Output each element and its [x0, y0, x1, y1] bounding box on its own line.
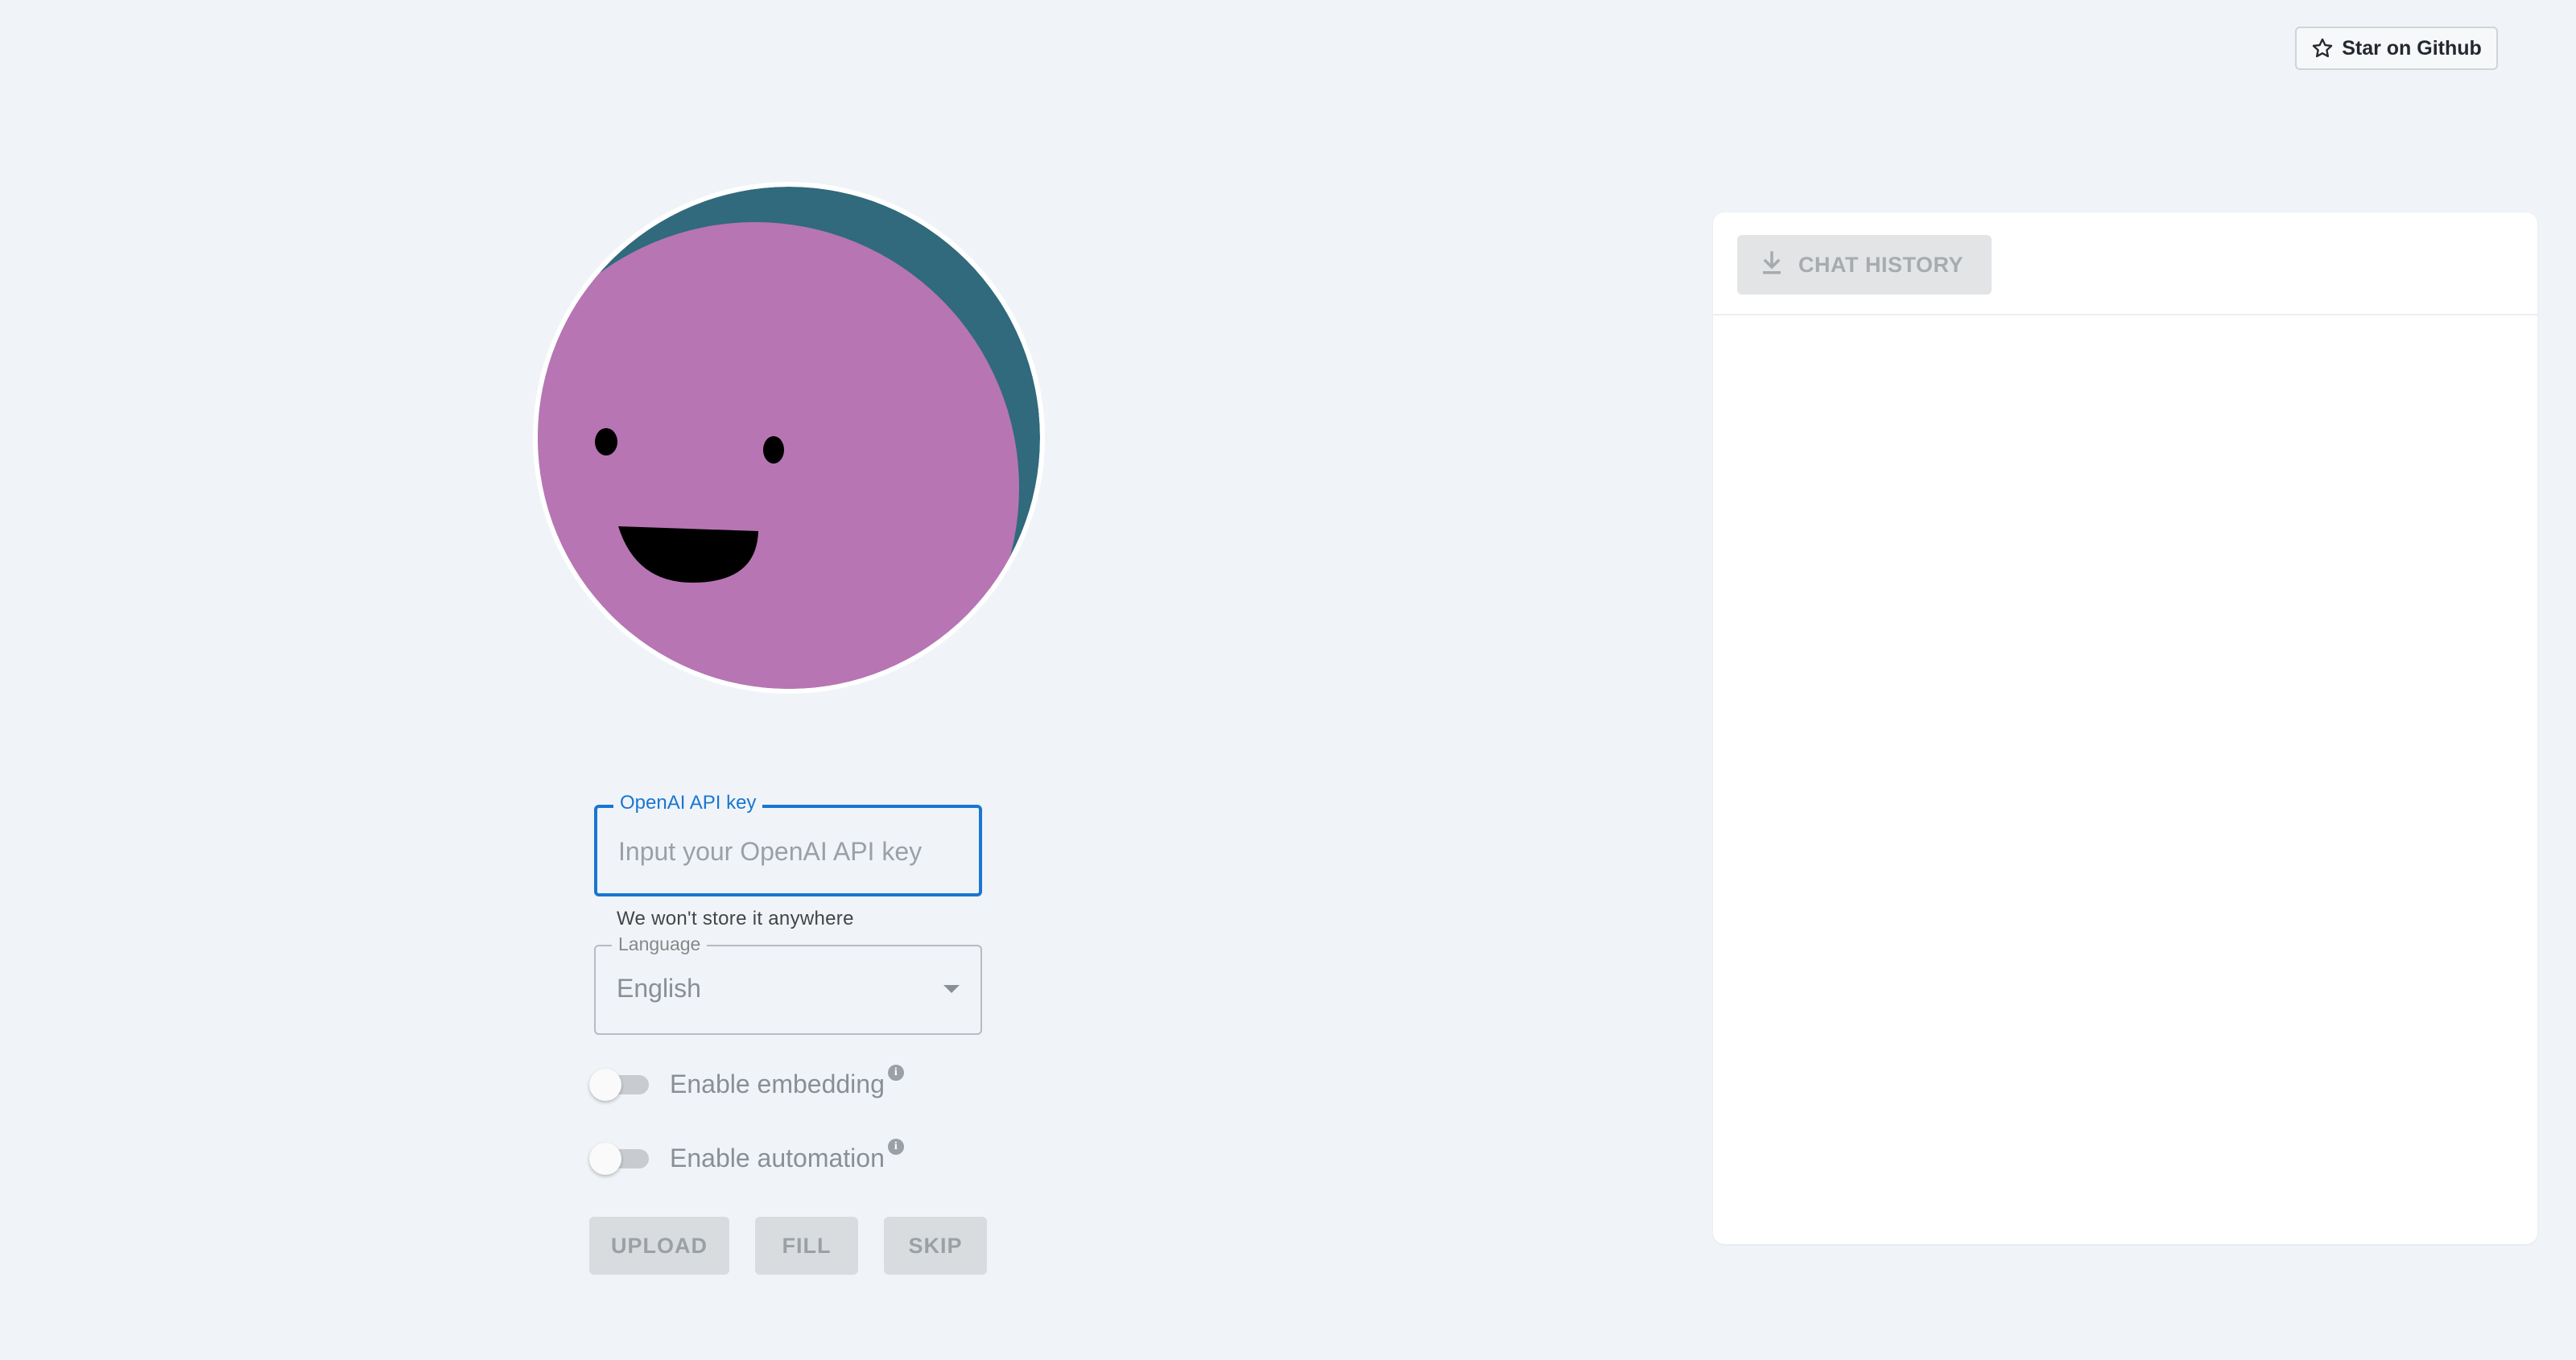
- info-icon[interactable]: i: [887, 1065, 904, 1081]
- download-icon: [1761, 250, 1782, 279]
- star-on-github-button[interactable]: Star on Github: [2295, 27, 2498, 70]
- api-key-helper-text: We won't store it anywhere: [617, 908, 854, 929]
- settings-form: OpenAI API key We won't store it anywher…: [589, 792, 987, 1275]
- chat-history-button[interactable]: CHAT HISTORY: [1737, 235, 1992, 295]
- info-icon[interactable]: i: [887, 1139, 904, 1155]
- upload-button[interactable]: UPLOAD: [589, 1217, 729, 1275]
- language-select[interactable]: Language English: [594, 933, 982, 1035]
- embedding-toggle-label: Enable embedding: [670, 1069, 885, 1098]
- language-label: Language: [612, 933, 708, 955]
- avatar: [531, 180, 1046, 695]
- chevron-down-icon: [943, 985, 960, 993]
- chat-messages-area: [1713, 315, 2537, 1244]
- automation-toggle[interactable]: [589, 1141, 652, 1175]
- chat-panel: CHAT HISTORY: [1713, 212, 2537, 1244]
- toggle-thumb: [589, 1143, 621, 1175]
- page: Star on Github OpenAI API key We won't s: [0, 0, 2576, 1360]
- language-selected-value: English: [617, 974, 701, 1003]
- avatar-left-eye: [595, 428, 617, 455]
- embedding-toggle[interactable]: [589, 1067, 652, 1101]
- toggle-thumb: [589, 1069, 621, 1101]
- github-button-label: Star on Github: [2342, 36, 2482, 60]
- automation-toggle-label: Enable automation: [670, 1143, 885, 1172]
- action-buttons: UPLOAD FILL SKIP: [589, 1217, 997, 1275]
- chat-history-label: CHAT HISTORY: [1798, 252, 1964, 277]
- automation-toggle-row: Enable automation i: [589, 1139, 982, 1177]
- fill-button[interactable]: FILL: [755, 1217, 858, 1275]
- api-key-field[interactable]: OpenAI API key: [594, 792, 982, 896]
- api-key-input[interactable]: [617, 808, 958, 895]
- skip-button[interactable]: SKIP: [884, 1217, 987, 1275]
- star-icon: [2311, 37, 2334, 60]
- embedding-toggle-row: Enable embedding i: [589, 1065, 982, 1102]
- chat-panel-header: CHAT HISTORY: [1713, 212, 2537, 315]
- avatar-right-eye: [763, 436, 784, 464]
